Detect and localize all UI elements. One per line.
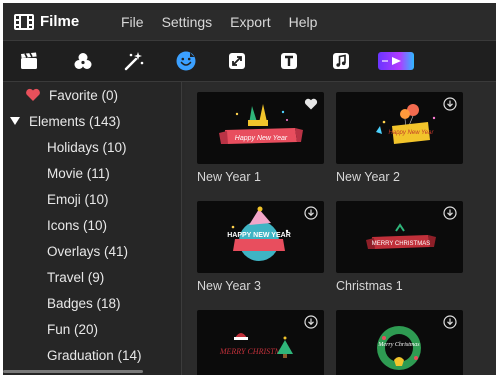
sidebar-item-label: Favorite (0) — [49, 87, 119, 103]
element-card-new-year-1[interactable]: Happy New Year — [197, 92, 324, 164]
element-card-christmas-3[interactable]: Merry Christmas — [336, 310, 463, 375]
favorited-heart-icon[interactable] — [304, 97, 318, 111]
download-icon[interactable] — [304, 206, 318, 220]
element-card-new-year-3[interactable]: HAPPY NEW YEAR — [197, 201, 324, 273]
filters-icon[interactable] — [71, 49, 95, 73]
film-logo-icon — [14, 13, 34, 30]
sidebar-item-graduation[interactable]: Graduation (14) — [47, 344, 142, 366]
sidebar-item-elements[interactable]: Elements (143) — [9, 110, 121, 132]
sidebar-item-fun[interactable]: Fun (20) — [47, 318, 98, 340]
app-logo: Filme — [13, 11, 121, 33]
element-title: New Year 2 — [336, 170, 400, 184]
promo-banner-icon[interactable] — [377, 49, 415, 73]
menu-file[interactable]: File — [121, 14, 144, 30]
download-icon[interactable] — [443, 206, 457, 220]
sidebar-item-movie[interactable]: Movie (11) — [47, 162, 110, 184]
sidebar-item-emoji[interactable]: Emoji (10) — [47, 188, 109, 210]
caret-down-icon[interactable] — [9, 116, 21, 126]
menu-bar: Filme File Settings Export Help — [3, 3, 496, 40]
menu-settings[interactable]: Settings — [162, 14, 213, 30]
download-icon[interactable] — [304, 315, 318, 329]
sidebar-item-travel[interactable]: Travel (9) — [47, 266, 104, 288]
menu-export[interactable]: Export — [230, 14, 270, 30]
element-card-new-year-2[interactable]: Happy New Year — [336, 92, 463, 164]
media-clapper-icon[interactable] — [17, 49, 41, 73]
element-card-christmas-1[interactable]: MERRY CHRISTMAS — [336, 201, 463, 273]
toolbar — [3, 40, 496, 82]
transitions-icon[interactable] — [225, 49, 249, 73]
element-title: Christmas 1 — [336, 279, 403, 293]
element-title: New Year 1 — [197, 170, 261, 184]
sidebar-item-holidays[interactable]: Holidays (10) — [47, 136, 127, 158]
download-icon[interactable] — [443, 97, 457, 111]
sticker-text: MERRY CHRISTMAS — [372, 241, 430, 247]
download-icon[interactable] — [443, 315, 457, 329]
sidebar-item-favorite[interactable]: Favorite (0) — [25, 84, 118, 106]
text-icon[interactable] — [277, 49, 301, 73]
sidebar-item-overlays[interactable]: Overlays (41) — [47, 240, 128, 262]
element-card-christmas-2[interactable]: MERRY CHRISTMAS — [197, 310, 324, 375]
sidebar-item-label: Elements (143) — [29, 113, 121, 129]
sidebar-item-icons[interactable]: Icons (10) — [47, 214, 107, 236]
sticker-text: Merry Christmas — [377, 342, 420, 348]
sticker-text: HAPPY NEW YEAR — [227, 232, 291, 239]
app-name: Filme — [40, 13, 80, 30]
heart-icon — [26, 88, 40, 101]
element-grid: Happy New Year New Year 1 Happy New Year — [185, 82, 496, 375]
element-title: New Year 3 — [197, 279, 261, 293]
music-icon[interactable] — [329, 49, 353, 73]
sticker-text: Happy New Year — [389, 130, 435, 136]
effects-sparkle-icon[interactable] — [122, 49, 146, 73]
app-window: Filme File Settings Export Help Favorite… — [3, 3, 496, 375]
sticker-text: Happy New Year — [235, 135, 288, 142]
sidebar: Favorite (0) Elements (143) Holidays (10… — [3, 82, 182, 375]
menu-help[interactable]: Help — [289, 14, 318, 30]
sidebar-item-badges[interactable]: Badges (18) — [47, 292, 121, 314]
sidebar-scrollbar[interactable] — [3, 370, 143, 373]
stickers-smiley-icon[interactable] — [174, 49, 198, 73]
